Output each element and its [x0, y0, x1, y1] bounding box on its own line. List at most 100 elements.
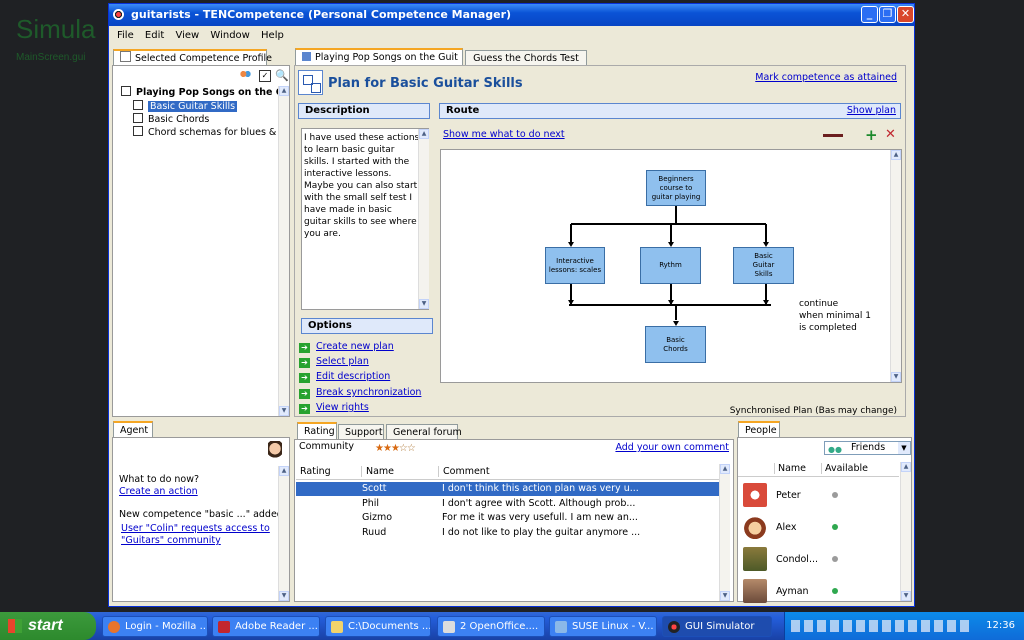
menu-edit[interactable]: Edit [145, 30, 164, 41]
tab-playing-pop-songs[interactable]: Playing Pop Songs on the Guit [295, 48, 463, 65]
scroll-down-icon[interactable]: ▼ [419, 299, 429, 309]
add-icon[interactable]: + [865, 126, 878, 144]
checkbox[interactable] [133, 100, 143, 110]
column-name[interactable]: Name [361, 466, 394, 477]
column-available[interactable]: Available [821, 463, 868, 474]
people-row[interactable]: Condol... [738, 544, 899, 574]
option-label[interactable]: View rights [316, 402, 369, 413]
table-row[interactable]: ☆☆☆☆☆RuudI do not like to play the guita… [296, 526, 720, 540]
people-row[interactable]: Alex [738, 512, 899, 542]
option-label[interactable]: Create new plan [316, 341, 394, 352]
scroll-down-icon[interactable]: ▼ [891, 372, 901, 382]
column-name[interactable]: Name [774, 463, 806, 474]
tree-item-basic-chords[interactable]: Basic Chords [133, 113, 209, 125]
agent-avatar [268, 441, 282, 463]
taskbar-item-openoffice[interactable]: 2 OpenOffice.... [437, 616, 545, 637]
tree-item-basic-guitar-skills[interactable]: Basic Guitar Skills [133, 100, 238, 112]
option-edit-description[interactable]: ➔ Edit description [299, 371, 390, 383]
plan-title: Plan for Basic Guitar Skills [328, 76, 523, 91]
option-label[interactable]: Select plan [316, 356, 369, 367]
vm-icon [555, 621, 567, 633]
row-name: Gizmo [362, 512, 393, 523]
show-plan-link[interactable]: Show plan [847, 104, 896, 117]
column-rating[interactable]: Rating [300, 466, 331, 477]
scroll-up-icon[interactable]: ▲ [720, 464, 730, 474]
rating-scrollbar[interactable]: ▲ ▼ [719, 464, 730, 601]
people-filter-dropdown[interactable]: ●● Friends ▼ [824, 441, 911, 455]
start-button[interactable]: start [0, 612, 96, 640]
profile-scrollbar[interactable]: ▲ ▼ [278, 86, 289, 416]
description-scrollbar[interactable]: ▲ ▼ [418, 129, 429, 309]
flow-node-line: Basic [754, 252, 773, 260]
taskbar-item-mozilla[interactable]: Login - Mozilla ... [102, 616, 208, 637]
menu-view[interactable]: View [175, 30, 199, 41]
create-action-link[interactable]: Create an action [119, 486, 198, 497]
scroll-up-icon[interactable]: ▲ [891, 150, 901, 160]
tab-people[interactable]: People [738, 421, 780, 438]
checkbox[interactable] [121, 86, 131, 96]
checkbox[interactable] [133, 113, 143, 123]
flow-node-rythm[interactable]: Rythm [640, 247, 701, 284]
people-row[interactable]: Ayman [738, 576, 899, 606]
minimize-button[interactable]: _ [861, 6, 878, 23]
scroll-down-icon[interactable]: ▼ [720, 591, 730, 601]
flow-note: continue when minimal 1 is completed [799, 298, 871, 334]
scroll-up-icon[interactable]: ▲ [279, 86, 289, 96]
flow-node-beginners[interactable]: Beginners course to guitar playing [646, 170, 706, 206]
table-row[interactable]: ☆☆☆☆☆ScottI don't think this action plan… [296, 482, 720, 496]
remove-icon[interactable] [823, 134, 843, 137]
window-titlebar[interactable]: guitarists - TENCompetence (Personal Com… [109, 4, 914, 26]
access-request-link[interactable]: User "Colin" requests access to "Guitars… [121, 523, 270, 547]
scroll-down-icon[interactable]: ▼ [279, 591, 289, 601]
menu-help[interactable]: Help [261, 30, 284, 41]
route-diagram: Beginners course to guitar playing Interac… [440, 149, 902, 383]
menu-window[interactable]: Window [210, 30, 249, 41]
option-label[interactable]: Break synchronization [316, 387, 421, 398]
add-comment-link[interactable]: Add your own comment [615, 442, 729, 453]
mark-attained-link[interactable]: Mark competence as attained [755, 72, 897, 83]
table-row[interactable]: ★★★★★GizmoFor me it was very usefull. I … [296, 511, 720, 525]
option-select-plan[interactable]: ➔ Select plan [299, 356, 369, 368]
option-break-sync[interactable]: ➔ Break synchronization [299, 387, 421, 399]
scroll-down-icon[interactable]: ▼ [901, 591, 911, 601]
agent-scrollbar[interactable]: ▲ ▼ [278, 466, 289, 601]
taskbar-item-suse[interactable]: SUSE Linux - V... [549, 616, 657, 637]
scroll-up-icon[interactable]: ▲ [279, 466, 289, 476]
option-label[interactable]: Edit description [316, 371, 390, 382]
route-scrollbar[interactable]: ▲ ▼ [890, 150, 901, 382]
menu-file[interactable]: File [117, 30, 134, 41]
tree-root[interactable]: Playing Pop Songs on the G [121, 86, 284, 98]
flow-node-basic-chords[interactable]: Basic Chords [645, 326, 706, 363]
search-icon[interactable]: 🔍 [275, 69, 289, 82]
taskbar-item-documents[interactable]: C:\Documents ... [325, 616, 431, 637]
tab-agent[interactable]: Agent [113, 421, 153, 438]
new-competence-message: New competence "basic ..." added [119, 509, 283, 520]
show-next-link[interactable]: Show me what to do next [443, 129, 565, 140]
tray-icons[interactable] [791, 620, 973, 632]
scroll-down-icon[interactable]: ▼ [279, 406, 289, 416]
tab-competence-profile[interactable]: Selected Competence Profile [113, 49, 272, 66]
taskbar-item-adobe[interactable]: Adobe Reader ... [212, 616, 320, 637]
maximize-button[interactable]: ❐ [879, 6, 896, 23]
tree-item-chord-schemas[interactable]: Chord schemas for blues & pc [133, 126, 279, 138]
group-icon[interactable] [240, 70, 251, 80]
people-scrollbar[interactable]: ▲ ▼ [900, 462, 911, 601]
close-button[interactable]: ✕ [897, 6, 914, 23]
tab-rating[interactable]: Rating [297, 422, 337, 439]
folder-icon [331, 621, 343, 633]
people-row[interactable]: Peter [738, 480, 899, 510]
table-row[interactable]: ★★★☆☆PhilI don't agree with Scott. Altho… [296, 497, 720, 511]
delete-icon[interactable]: ✕ [885, 127, 896, 142]
chevron-down-icon[interactable]: ▼ [898, 442, 910, 454]
checkbox[interactable] [133, 126, 143, 136]
scroll-up-icon[interactable]: ▲ [419, 129, 429, 139]
option-create-plan[interactable]: ➔ Create new plan [299, 341, 394, 353]
scroll-up-icon[interactable]: ▲ [901, 462, 911, 472]
flow-node-interactive-lessons[interactable]: Interactive lessons: scales [545, 247, 605, 284]
edit-icon[interactable]: ✓ [259, 70, 271, 82]
tab-label: Selected Competence Profile [135, 53, 272, 64]
option-view-rights[interactable]: ➔ View rights [299, 402, 369, 414]
column-comment[interactable]: Comment [438, 466, 490, 477]
taskbar-item-gui-simulator[interactable]: GUI Simulator [662, 616, 772, 637]
flow-node-basic-guitar-skills[interactable]: Basic Guitar Skills [733, 247, 794, 284]
